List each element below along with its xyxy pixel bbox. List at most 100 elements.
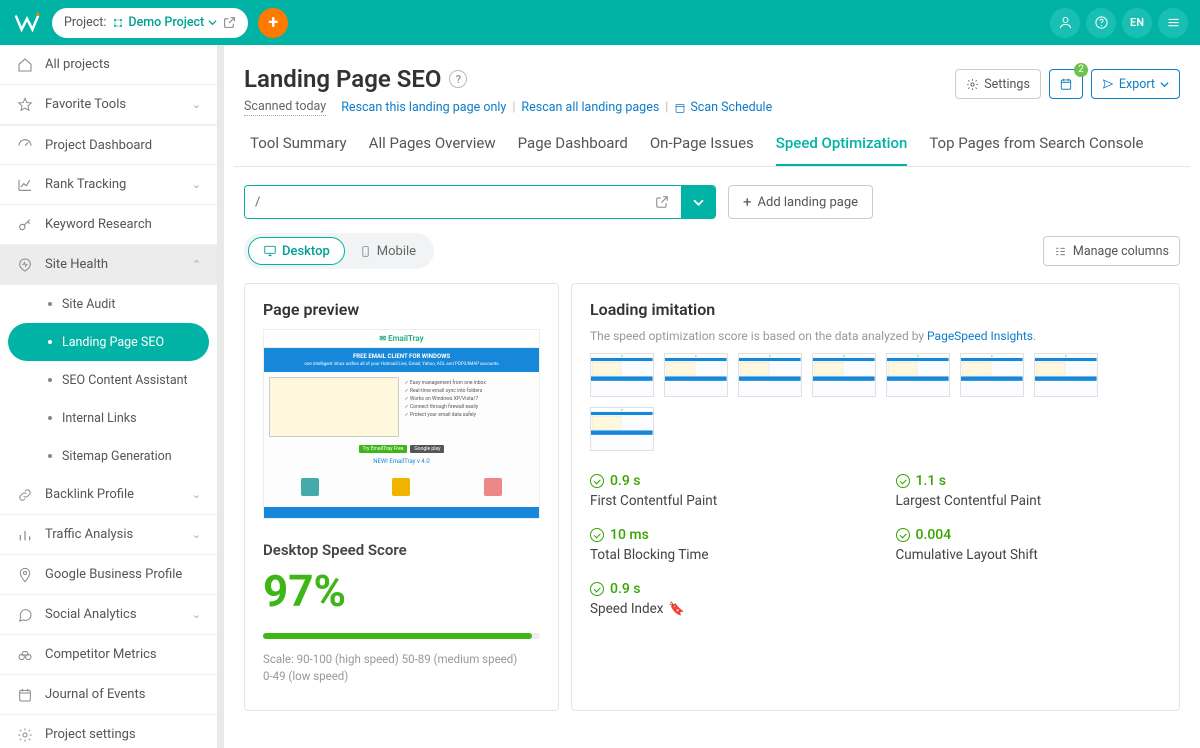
chevron-down-icon: ⌄ <box>192 608 201 621</box>
speed-score-title: Desktop Speed Score <box>263 541 540 559</box>
check-icon <box>590 474 604 488</box>
key-icon <box>16 216 34 234</box>
manage-columns-button[interactable]: Manage columns <box>1043 236 1180 266</box>
tab-page-dashboard[interactable]: Page Dashboard <box>518 134 628 166</box>
open-external-icon[interactable] <box>223 16 236 29</box>
loading-frame: ✉ <box>886 353 950 397</box>
settings-button[interactable]: Settings <box>955 69 1041 99</box>
landing-page-url-input[interactable] <box>245 186 643 218</box>
landing-page-url-selector <box>244 185 716 219</box>
tabs: Tool Summary All Pages Overview Page Das… <box>234 124 1190 167</box>
device-desktop-button[interactable]: Desktop <box>248 237 345 265</box>
sidebar-project-dashboard[interactable]: Project Dashboard <box>0 125 217 165</box>
metric-cls: 0.004 Cumulative Layout Shift <box>896 527 1162 563</box>
sidebar-sitemap-generation[interactable]: Sitemap Generation <box>0 437 217 475</box>
sidebar-keyword-research[interactable]: Keyword Research <box>0 205 217 245</box>
device-mobile-button[interactable]: Mobile <box>345 237 430 265</box>
metric-speed-index: 0.9 s Speed Index 🔖 <box>590 581 856 617</box>
loading-note: The speed optimization score is based on… <box>590 329 1161 343</box>
gear-icon <box>16 726 34 744</box>
check-icon <box>590 582 604 596</box>
sidebar-seo-content-assistant[interactable]: SEO Content Assistant <box>0 361 217 399</box>
sidebar-site-health[interactable]: Site Health ⌃ <box>0 245 217 285</box>
page-header-actions: Settings 2 Export <box>955 69 1180 99</box>
chat-icon <box>16 606 34 624</box>
add-project-button[interactable]: + <box>258 8 288 38</box>
loading-frame: ✉ <box>812 353 876 397</box>
sidebar-traffic-analysis[interactable]: Traffic Analysis ⌄ <box>0 515 217 555</box>
project-name: Demo Project <box>112 15 217 30</box>
sidebar-site-audit[interactable]: Site Audit <box>0 285 217 323</box>
sidebar-internal-links[interactable]: Internal Links <box>0 399 217 437</box>
export-button[interactable]: Export <box>1091 69 1180 99</box>
scan-status-line: Scanned today Rescan this landing page o… <box>244 99 1180 116</box>
sidebar-backlink-profile[interactable]: Backlink Profile ⌄ <box>0 475 217 515</box>
chevron-down-icon: ⌄ <box>192 178 201 191</box>
help-icon[interactable] <box>1086 8 1116 38</box>
loading-frame: ✉ <box>590 407 654 451</box>
rescan-all-link[interactable]: Rescan all landing pages <box>521 100 659 115</box>
tab-on-page-issues[interactable]: On-Page Issues <box>650 134 754 166</box>
page-preview-panel: Page preview ✉ EmailTray FREE EMAIL CLIE… <box>244 283 559 711</box>
content-area: Settings 2 Export Landing Page SEO ? Sca… <box>218 45 1200 748</box>
speed-score-bar <box>263 633 540 639</box>
url-dropdown-button[interactable] <box>681 186 715 218</box>
sidebar-favorite-tools[interactable]: Favorite Tools ⌄ <box>0 85 217 125</box>
tab-tool-summary[interactable]: Tool Summary <box>250 134 347 166</box>
loading-frame: ✉ <box>1034 353 1098 397</box>
language-button[interactable]: EN <box>1122 8 1152 38</box>
app-logo[interactable] <box>12 8 42 38</box>
bars-icon <box>16 526 34 544</box>
sidebar-google-business[interactable]: Google Business Profile <box>0 555 217 595</box>
device-toggle: Desktop Mobile <box>244 233 434 269</box>
gauge-icon <box>16 136 34 154</box>
chevron-down-icon: ⌄ <box>192 98 201 111</box>
bookmark-icon: 🔖 <box>668 602 684 617</box>
check-icon <box>590 528 604 542</box>
project-selector[interactable]: Project: Demo Project <box>52 8 248 38</box>
speed-score-value: 97% <box>263 565 540 617</box>
sidebar-all-projects[interactable]: All projects <box>0 45 217 85</box>
sidebar-journal[interactable]: Journal of Events <box>0 675 217 715</box>
menu-icon[interactable] <box>1158 8 1188 38</box>
open-url-icon[interactable] <box>643 186 681 218</box>
tab-speed-optimization[interactable]: Speed Optimization <box>776 134 908 166</box>
pagespeed-link[interactable]: PageSpeed Insights <box>927 329 1033 343</box>
metric-fcp: 0.9 s First Contentful Paint <box>590 473 856 509</box>
help-icon[interactable]: ? <box>449 70 467 88</box>
scanned-status: Scanned today <box>244 99 326 116</box>
tab-top-pages[interactable]: Top Pages from Search Console <box>929 134 1143 166</box>
sidebar-project-settings[interactable]: Project settings <box>0 715 217 748</box>
loading-frame: ✉ <box>738 353 802 397</box>
sidebar-landing-page-seo[interactable]: Landing Page SEO <box>8 323 209 361</box>
loading-frames: ✉ ✉ ✉ ✉ ✉ ✉ ✉ ✉ <box>590 353 1161 451</box>
link-icon <box>16 486 34 504</box>
page-preview-title: Page preview <box>263 300 540 319</box>
loading-frame: ✉ <box>590 353 654 397</box>
calendar-button[interactable]: 2 <box>1049 69 1083 99</box>
top-bar: Project: Demo Project + EN <box>0 0 1200 45</box>
chevron-up-icon: ⌃ <box>192 258 201 271</box>
sidebar-social-analytics[interactable]: Social Analytics ⌄ <box>0 595 217 635</box>
tab-all-pages[interactable]: All Pages Overview <box>369 134 496 166</box>
sidebar: All projects Favorite Tools ⌄ Project Da… <box>0 45 218 748</box>
check-icon <box>896 528 910 542</box>
core-web-vitals: 0.9 s First Contentful Paint 1.1 s Large… <box>590 473 1161 617</box>
loading-imitation-panel: Loading imitation The speed optimization… <box>571 283 1180 711</box>
loading-title: Loading imitation <box>590 300 1161 319</box>
account-icon[interactable] <box>1050 8 1080 38</box>
notification-badge: 2 <box>1074 63 1088 77</box>
sidebar-competitor-metrics[interactable]: Competitor Metrics <box>0 635 217 675</box>
scan-schedule-link[interactable]: Scan Schedule <box>674 100 772 115</box>
chart-line-icon <box>16 176 34 194</box>
check-icon <box>896 474 910 488</box>
sidebar-rank-tracking[interactable]: Rank Tracking ⌄ <box>0 165 217 205</box>
home-icon <box>16 56 34 74</box>
page-preview-thumbnail: ✉ EmailTray FREE EMAIL CLIENT FOR WINDOW… <box>263 329 540 519</box>
project-label: Project: <box>64 15 106 30</box>
pin-icon <box>16 566 34 584</box>
add-landing-page-button[interactable]: + Add landing page <box>728 185 873 219</box>
loading-frame: ✉ <box>664 353 728 397</box>
metric-lcp: 1.1 s Largest Contentful Paint <box>896 473 1162 509</box>
rescan-page-link[interactable]: Rescan this landing page only <box>341 100 506 115</box>
